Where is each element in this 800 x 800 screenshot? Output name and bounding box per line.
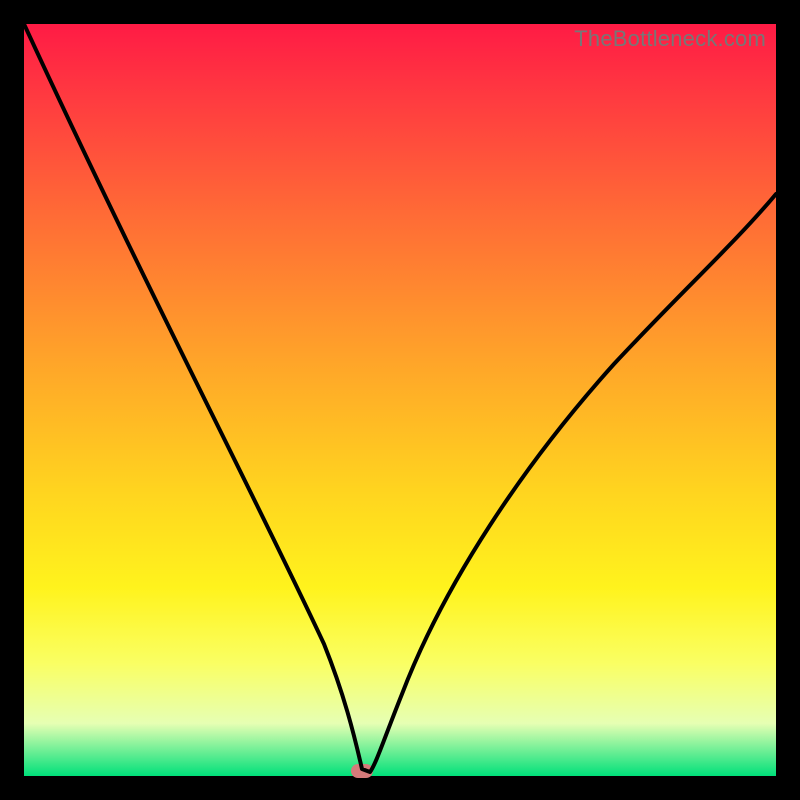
bottleneck-curve — [24, 24, 776, 776]
watermark-text: TheBottleneck.com — [574, 26, 766, 52]
curve-path — [24, 24, 776, 772]
chart-plot-area: TheBottleneck.com — [24, 24, 776, 776]
